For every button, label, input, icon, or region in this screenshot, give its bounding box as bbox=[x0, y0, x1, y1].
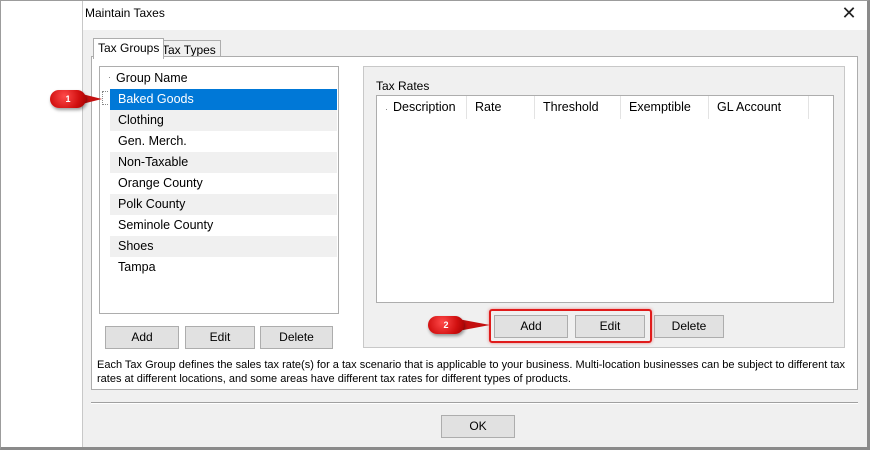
title-bar: Maintain Taxes ✕ bbox=[83, 0, 868, 30]
list-item[interactable]: Shoes bbox=[110, 236, 337, 257]
column-header-rate[interactable]: Rate bbox=[467, 96, 535, 119]
column-resize-icon: · bbox=[108, 72, 111, 82]
list-item[interactable]: Polk County bbox=[110, 194, 337, 215]
list-item[interactable]: Baked Goods bbox=[110, 89, 337, 110]
list-item[interactable]: Non-Taxable bbox=[110, 152, 337, 173]
ok-button[interactable]: OK bbox=[441, 415, 515, 438]
column-header-threshold[interactable]: Threshold bbox=[535, 96, 621, 119]
list-item[interactable]: Orange County bbox=[110, 173, 337, 194]
rate-delete-button[interactable]: Delete bbox=[654, 315, 724, 338]
column-header-gl-account[interactable]: GL Account bbox=[709, 96, 809, 119]
annotation-highlight-box bbox=[489, 309, 652, 343]
list-item[interactable]: Gen. Merch. bbox=[110, 131, 337, 152]
group-add-button[interactable]: Add bbox=[105, 326, 179, 349]
column-header-group-name[interactable]: Group Name bbox=[116, 71, 188, 85]
callout-badge: 2 bbox=[428, 316, 464, 334]
tax-rates-grid[interactable]: · Description Rate Threshold Exemptible … bbox=[376, 95, 834, 303]
group-edit-button[interactable]: Edit bbox=[185, 326, 255, 349]
list-item[interactable]: Seminole County bbox=[110, 215, 337, 236]
group-delete-button[interactable]: Delete bbox=[260, 326, 333, 349]
info-text: Each Tax Group defines the sales tax rat… bbox=[97, 359, 845, 385]
desktop-background bbox=[1, 1, 82, 447]
tax-rates-label: Tax Rates bbox=[376, 79, 430, 93]
list-item[interactable]: Tampa bbox=[110, 257, 337, 278]
separator bbox=[91, 402, 858, 403]
close-icon[interactable]: ✕ bbox=[838, 3, 860, 25]
column-header-exemptible[interactable]: Exemptible bbox=[621, 96, 709, 119]
column-header-description[interactable]: Description bbox=[385, 96, 467, 119]
callout-badge: 1 bbox=[50, 90, 86, 108]
annotation-callout-1: 1 bbox=[50, 90, 110, 108]
tax-rates-group: Tax Rates · Description Rate Threshold E… bbox=[363, 66, 845, 348]
tab-tax-groups[interactable]: Tax Groups bbox=[93, 38, 165, 59]
window-title: Maintain Taxes bbox=[85, 6, 165, 20]
annotation-callout-2: 2 bbox=[428, 316, 494, 334]
maintain-taxes-dialog: Maintain Taxes ✕ Tax Groups Tax Types · … bbox=[82, 0, 868, 447]
list-item[interactable]: Clothing bbox=[110, 110, 337, 131]
tax-group-list[interactable]: · Group Name Baked Goods Clothing Gen. M… bbox=[99, 66, 339, 314]
list-header[interactable]: · Group Name bbox=[100, 67, 338, 88]
